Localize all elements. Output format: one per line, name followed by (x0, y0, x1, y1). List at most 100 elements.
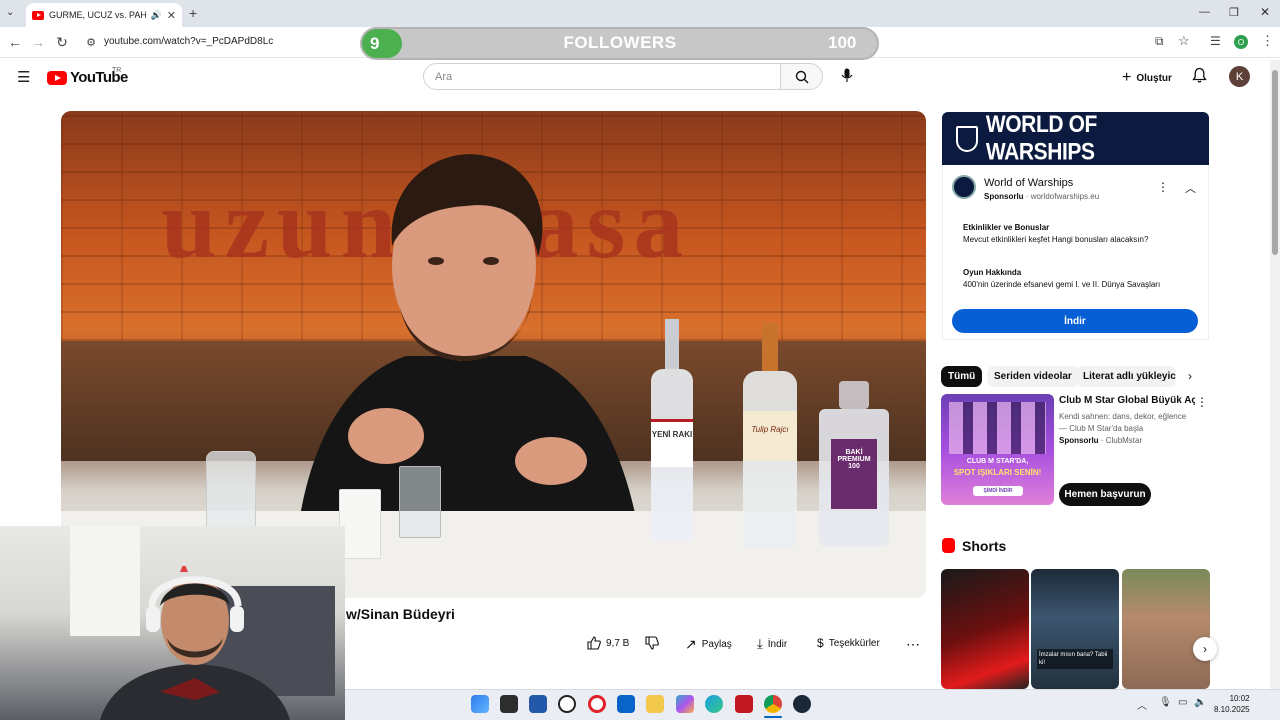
tulip-bottle: Tulip Rajcı (743, 323, 797, 549)
youtube-favicon-icon (32, 10, 44, 20)
reading-list-icon[interactable]: ☰ (1210, 34, 1221, 48)
shorts-heading: Shorts (962, 538, 1007, 554)
ad-install-button[interactable]: İndir (952, 309, 1198, 333)
thanks-label: Teşekkürler (828, 637, 880, 649)
browser-menu-icon[interactable]: ⋮ (1261, 33, 1274, 49)
ad-menu-icon[interactable]: ⋮ (1157, 180, 1169, 194)
short-thumbnail-3[interactable] (1122, 569, 1210, 689)
chip-uploader[interactable]: Literat adlı yükleyicid (1076, 366, 1176, 387)
back-icon[interactable]: ← (6, 34, 24, 50)
forward-icon[interactable]: → (29, 34, 47, 50)
chatgpt-icon[interactable] (558, 695, 576, 713)
short-thumbnail-2[interactable]: İmzalar mısın bana? Tabii ki! (1031, 569, 1119, 689)
promo-title[interactable]: Club M Star Global Büyük Açılış (1059, 395, 1195, 406)
presenter-figure (296, 154, 641, 546)
bottle-label-1: YENİ RAKI (651, 419, 693, 467)
create-button[interactable]: + Oluştur (1122, 69, 1172, 87)
restore-icon[interactable]: ❐ (1229, 6, 1239, 19)
streaming-app-icon[interactable] (735, 695, 753, 713)
store-icon[interactable] (529, 695, 547, 713)
thanks-icon: $ (817, 636, 824, 650)
followers-label: FOLLOWERS (563, 33, 677, 52)
profile-avatar[interactable]: O (1234, 35, 1248, 49)
task-view-icon[interactable] (500, 695, 518, 713)
dislike-button[interactable] (645, 636, 659, 650)
windows-start-icon[interactable] (471, 695, 489, 713)
clock-time: 10:02 (1229, 694, 1250, 703)
shorts-logo-icon (942, 538, 955, 553)
more-actions-icon[interactable]: ⋯ (906, 636, 920, 653)
promo-sponsored: Sponsorlu (1059, 436, 1099, 445)
url-field[interactable]: youtube.com/watch?v=_PcDAPdD8Lc (104, 36, 273, 47)
tray-volume-icon[interactable]: 🔈 (1194, 697, 1206, 708)
reload-icon[interactable]: ↻ (53, 34, 71, 51)
new-tab-icon[interactable]: + (189, 5, 197, 21)
ad-item2-desc: 400'nin üzerinde efsanevi gemi I. ve II.… (963, 280, 1161, 289)
ad-sponsored: Sponsorlu (984, 192, 1024, 201)
tray-network-icon[interactable]: ▭ (1178, 697, 1187, 708)
like-button[interactable]: 9,7 B (587, 636, 629, 650)
browser-tab[interactable]: GURME, UCUZ vs. PAHALI R 🔊 ✕ (26, 3, 182, 27)
promo-thumb-line1: CLUB M STAR'DA, (966, 458, 1029, 465)
promo-description: Kendi sahnen: dans, dekor, eğlence— Club… (1059, 412, 1187, 433)
shorts-next-chevron-icon[interactable]: › (1193, 637, 1217, 661)
share-label: Paylaş (701, 639, 732, 650)
video-title: w/Sinan Büdeyri (346, 606, 455, 622)
copilot-icon[interactable] (676, 695, 694, 713)
promo-thumbnail[interactable]: CLUB M STAR'DA, SPOT IŞIKLARI SENİN! ŞİM… (941, 394, 1054, 505)
install-app-icon[interactable]: ⧉ (1155, 34, 1164, 49)
microphone-icon (841, 68, 853, 82)
file-explorer-icon[interactable] (646, 695, 664, 713)
yeni-raki-bottle: YENİ RAKI (651, 319, 693, 541)
followers-current: 9 (370, 33, 380, 53)
ad-banner-text: WORLD OF WARSHIPS (985, 110, 1098, 165)
video-player[interactable]: uzun masa YENİ RAKI Tulip Rajcı BAKİ PRE… (61, 111, 926, 598)
short-thumbnail-1[interactable] (941, 569, 1029, 689)
thanks-button[interactable]: $ Teşekkürler (817, 636, 880, 650)
voice-search-button[interactable] (841, 68, 853, 88)
ad-item1-title[interactable]: Etkinlikler ve Bonuslar (963, 223, 1049, 232)
account-avatar[interactable]: K (1229, 66, 1250, 87)
tab-list-icon[interactable]: ⌄ (6, 7, 14, 18)
ad-item1-desc: Mevcut etkinlikleri keşfet Hangi bonusla… (963, 235, 1149, 244)
tab-close-icon[interactable]: ✕ (167, 9, 176, 22)
create-label: Oluştur (1136, 72, 1172, 84)
youtube-play-icon (47, 70, 67, 85)
search-input[interactable]: Ara (423, 63, 781, 90)
collapse-chevron-up-icon[interactable]: ︿ (1185, 180, 1196, 196)
tray-mic-icon[interactable]: 🎙 (1159, 697, 1172, 708)
edge-icon[interactable] (705, 695, 723, 713)
hamburger-menu-icon[interactable]: ☰ (17, 68, 30, 86)
download-label: İndir (767, 638, 788, 650)
opera-icon[interactable] (588, 695, 606, 713)
ad-banner[interactable]: WORLD OF WARSHIPS (942, 110, 1209, 165)
chip-all[interactable]: Tümü (941, 366, 983, 387)
webcam-overlay (0, 526, 345, 720)
outlook-icon[interactable] (617, 695, 635, 713)
chip-series[interactable]: Seriden videolar (987, 366, 1079, 387)
promo-menu-icon[interactable]: ⋮ (1196, 395, 1208, 409)
promo-apply-button[interactable]: Hemen başvurun (1059, 483, 1151, 506)
ad-channel-name[interactable]: World of Warships (984, 177, 1073, 189)
chrome-icon[interactable] (764, 695, 782, 713)
water-jug (206, 451, 256, 531)
thumbs-down-icon (645, 636, 659, 650)
followers-goal: 100 (828, 33, 857, 52)
milk-glass (339, 489, 381, 559)
tray-overflow-icon[interactable]: ︿ (1137, 697, 1147, 712)
bookmark-star-icon[interactable]: ☆ (1178, 33, 1190, 49)
share-button[interactable]: ↗ Paylaş (685, 636, 732, 653)
country-code: TR (112, 67, 122, 74)
audio-icon[interactable]: 🔊 (151, 10, 162, 21)
scrollbar-thumb[interactable] (1272, 70, 1278, 255)
download-button[interactable]: ⤓ İndir (757, 636, 787, 652)
taskbar-clock[interactable]: 10:02 8.10.2025 (1214, 693, 1250, 715)
close-window-icon[interactable]: ✕ (1260, 5, 1270, 19)
site-info-icon[interactable]: ⚙ (82, 36, 100, 49)
steam-icon[interactable] (793, 695, 811, 713)
notifications-button[interactable] (1192, 67, 1207, 89)
search-button[interactable] (780, 63, 823, 90)
ad-item2-title[interactable]: Oyun Hakkında (963, 268, 1021, 277)
chips-next-chevron-icon[interactable]: › (1188, 369, 1192, 383)
minimize-icon[interactable]: — (1199, 6, 1210, 18)
